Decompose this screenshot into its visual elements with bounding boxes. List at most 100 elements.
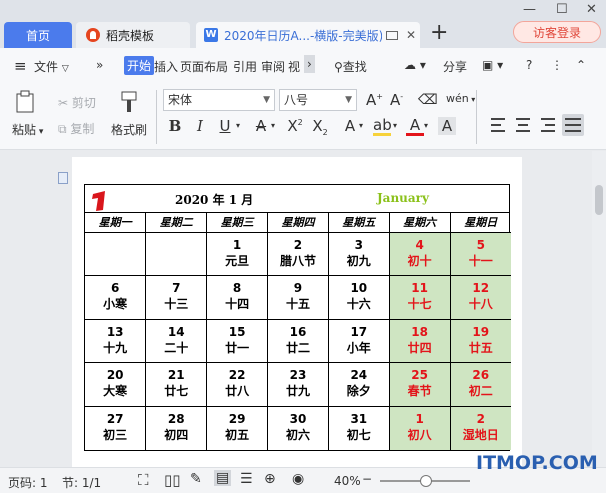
maximize-icon[interactable]: ☐ [556, 2, 568, 17]
pen-icon[interactable]: ✎ [190, 471, 202, 487]
copy-button[interactable]: ⧉ 复制 [58, 120, 94, 137]
close-tab-icon[interactable]: ✕ [406, 28, 416, 42]
calendar-day-cell[interactable]: 9 十五 [267, 275, 329, 320]
calendar-day-cell[interactable]: 19 廿五 [450, 319, 511, 363]
calendar-day-cell[interactable]: 1 元旦 [206, 232, 269, 276]
new-tab-icon[interactable]: + [430, 22, 448, 44]
calendar-day-cell[interactable]: 2 腊八节 [267, 232, 329, 276]
calendar-day-cell[interactable]: 18 廿四 [389, 319, 451, 363]
calendar-day-cell[interactable]: 8 十四 [206, 275, 269, 320]
calendar-day-cell[interactable]: 25 春节 [389, 362, 451, 407]
strikethrough-icon[interactable]: A [252, 117, 270, 135]
more-tabs-icon[interactable]: › [304, 55, 315, 73]
schedule-icon[interactable]: ▣ ▾ [482, 58, 503, 72]
share-button[interactable]: 分享 [443, 58, 467, 75]
font-color-dropdown-icon[interactable]: ▾ [424, 121, 428, 130]
hamburger-menu-icon[interactable]: ≡ [14, 57, 27, 75]
window-mode-icon[interactable] [386, 30, 398, 40]
increase-font-icon[interactable]: A+ [366, 91, 383, 109]
text-effect-icon[interactable]: A [341, 117, 359, 135]
font-color-icon[interactable]: A [406, 117, 424, 136]
tab-home[interactable]: 首页 [4, 22, 72, 48]
vertical-scrollbar[interactable] [592, 151, 606, 467]
menu-tab-layout[interactable]: 页面布局 [180, 58, 228, 75]
outline-view-icon[interactable]: ☰ [240, 471, 253, 487]
zoom-out-icon[interactable]: − [362, 472, 372, 486]
calendar-day-cell[interactable]: 26 初二 [450, 362, 511, 407]
find-button[interactable]: ⚲查找 [334, 58, 367, 75]
eye-protection-icon[interactable]: ◉ [292, 471, 304, 487]
subscript-icon[interactable]: X2 [311, 117, 329, 137]
justify-icon[interactable] [562, 114, 584, 136]
bold-icon[interactable]: B [166, 117, 184, 135]
calendar-day-cell[interactable]: 27 初三 [85, 406, 147, 450]
highlight-dropdown-icon[interactable]: ▾ [393, 121, 397, 130]
menu-tab-view[interactable]: 视 [288, 58, 300, 75]
fullscreen-icon[interactable]: ⛶ [138, 471, 149, 489]
format-painter-icon[interactable] [118, 90, 140, 114]
calendar-day-cell[interactable]: 12 十八 [450, 275, 511, 320]
collapse-ribbon-icon[interactable]: ⌃ [576, 58, 586, 72]
calendar-day-cell[interactable]: 20 大寒 [85, 362, 147, 407]
more-left-icon[interactable]: » [96, 58, 103, 72]
calendar-day-cell[interactable]: 13 十九 [85, 319, 147, 363]
calendar-day-cell[interactable]: 2 湿地日 [450, 406, 511, 450]
tab-docer-templates[interactable]: 稻壳模板 [76, 22, 190, 48]
page-view-icon[interactable]: ▤ [214, 470, 232, 486]
calendar-day-cell[interactable]: 10 十六 [328, 275, 390, 320]
zoom-slider-knob[interactable] [420, 475, 432, 487]
menu-tab-review[interactable]: 审阅 [261, 58, 285, 75]
scrollbar-thumb[interactable] [595, 185, 603, 215]
calendar-day-cell[interactable]: 4 初十 [389, 232, 451, 276]
clipboard-icon[interactable] [15, 90, 37, 114]
strikethrough-dropdown-icon[interactable]: ▾ [271, 121, 275, 130]
calendar-day-cell[interactable]: 15 廿一 [206, 319, 269, 363]
font-size-select[interactable]: 八号 ▼ [279, 89, 357, 111]
calendar-day-cell[interactable]: 7 十三 [145, 275, 208, 320]
calendar-day-cell[interactable] [145, 232, 208, 276]
clear-format-icon[interactable]: ⌫ [418, 92, 438, 108]
calendar-day-cell[interactable]: 21 廿七 [145, 362, 208, 407]
menu-tab-references[interactable]: 引用 [233, 58, 257, 75]
format-painter-button[interactable]: 格式刷 [111, 121, 147, 138]
calendar-day-cell[interactable]: 31 初七 [328, 406, 390, 450]
underline-icon[interactable]: U [216, 117, 234, 135]
calendar-day-cell[interactable]: 28 初四 [145, 406, 208, 450]
visitor-login-button[interactable]: 访客登录 [513, 21, 601, 43]
calendar-day-cell[interactable]: 14 二十 [145, 319, 208, 363]
web-view-icon[interactable]: ⊕ [264, 471, 276, 487]
align-center-icon[interactable] [513, 114, 535, 136]
menu-file[interactable]: 文件 ▽ [34, 58, 69, 75]
minimize-icon[interactable]: — [523, 2, 536, 17]
superscript-icon[interactable]: X2 [286, 117, 304, 135]
calendar-day-cell[interactable]: 24 除夕 [328, 362, 390, 407]
calendar-day-cell[interactable]: 23 廿九 [267, 362, 329, 407]
highlight-icon[interactable]: ab [373, 117, 392, 136]
calendar-day-cell[interactable]: 30 初六 [267, 406, 329, 450]
menu-tab-insert[interactable]: 插入 [154, 58, 178, 75]
zoom-level[interactable]: 40% [334, 474, 361, 488]
calendar-day-cell[interactable]: 17 小年 [328, 319, 390, 363]
tab-document[interactable]: W 2020年日历A...-横版-完美版) ✕ [196, 22, 420, 48]
character-shading-icon[interactable]: A [438, 117, 456, 135]
align-right-icon[interactable] [538, 114, 560, 136]
text-effect-dropdown-icon[interactable]: ▾ [359, 121, 363, 130]
calendar-day-cell[interactable]: 11 十七 [389, 275, 451, 320]
font-name-select[interactable]: 宋体 ▼ [163, 89, 275, 111]
align-left-icon[interactable] [488, 114, 510, 136]
menu-tab-home[interactable]: 开始 [124, 56, 155, 75]
close-window-icon[interactable]: ✕ [586, 2, 597, 17]
calendar-day-cell[interactable]: 29 初五 [206, 406, 269, 450]
calendar-day-cell[interactable]: 1 初八 [389, 406, 451, 450]
calendar-day-cell[interactable]: 22 廿八 [206, 362, 269, 407]
paragraph-mark-icon[interactable] [58, 172, 68, 184]
italic-icon[interactable]: I [191, 117, 209, 135]
more-options-icon[interactable]: ⋮ [551, 58, 563, 72]
calendar-day-cell[interactable] [85, 232, 147, 276]
calendar-day-cell[interactable]: 3 初九 [328, 232, 390, 276]
decrease-font-icon[interactable]: A- [390, 91, 403, 109]
paste-button[interactable]: 粘贴 ▾ [12, 121, 43, 138]
underline-dropdown-icon[interactable]: ▾ [236, 121, 240, 130]
help-icon[interactable]: ? [526, 58, 532, 72]
phonetic-guide-icon[interactable]: wén ▾ [446, 92, 475, 105]
